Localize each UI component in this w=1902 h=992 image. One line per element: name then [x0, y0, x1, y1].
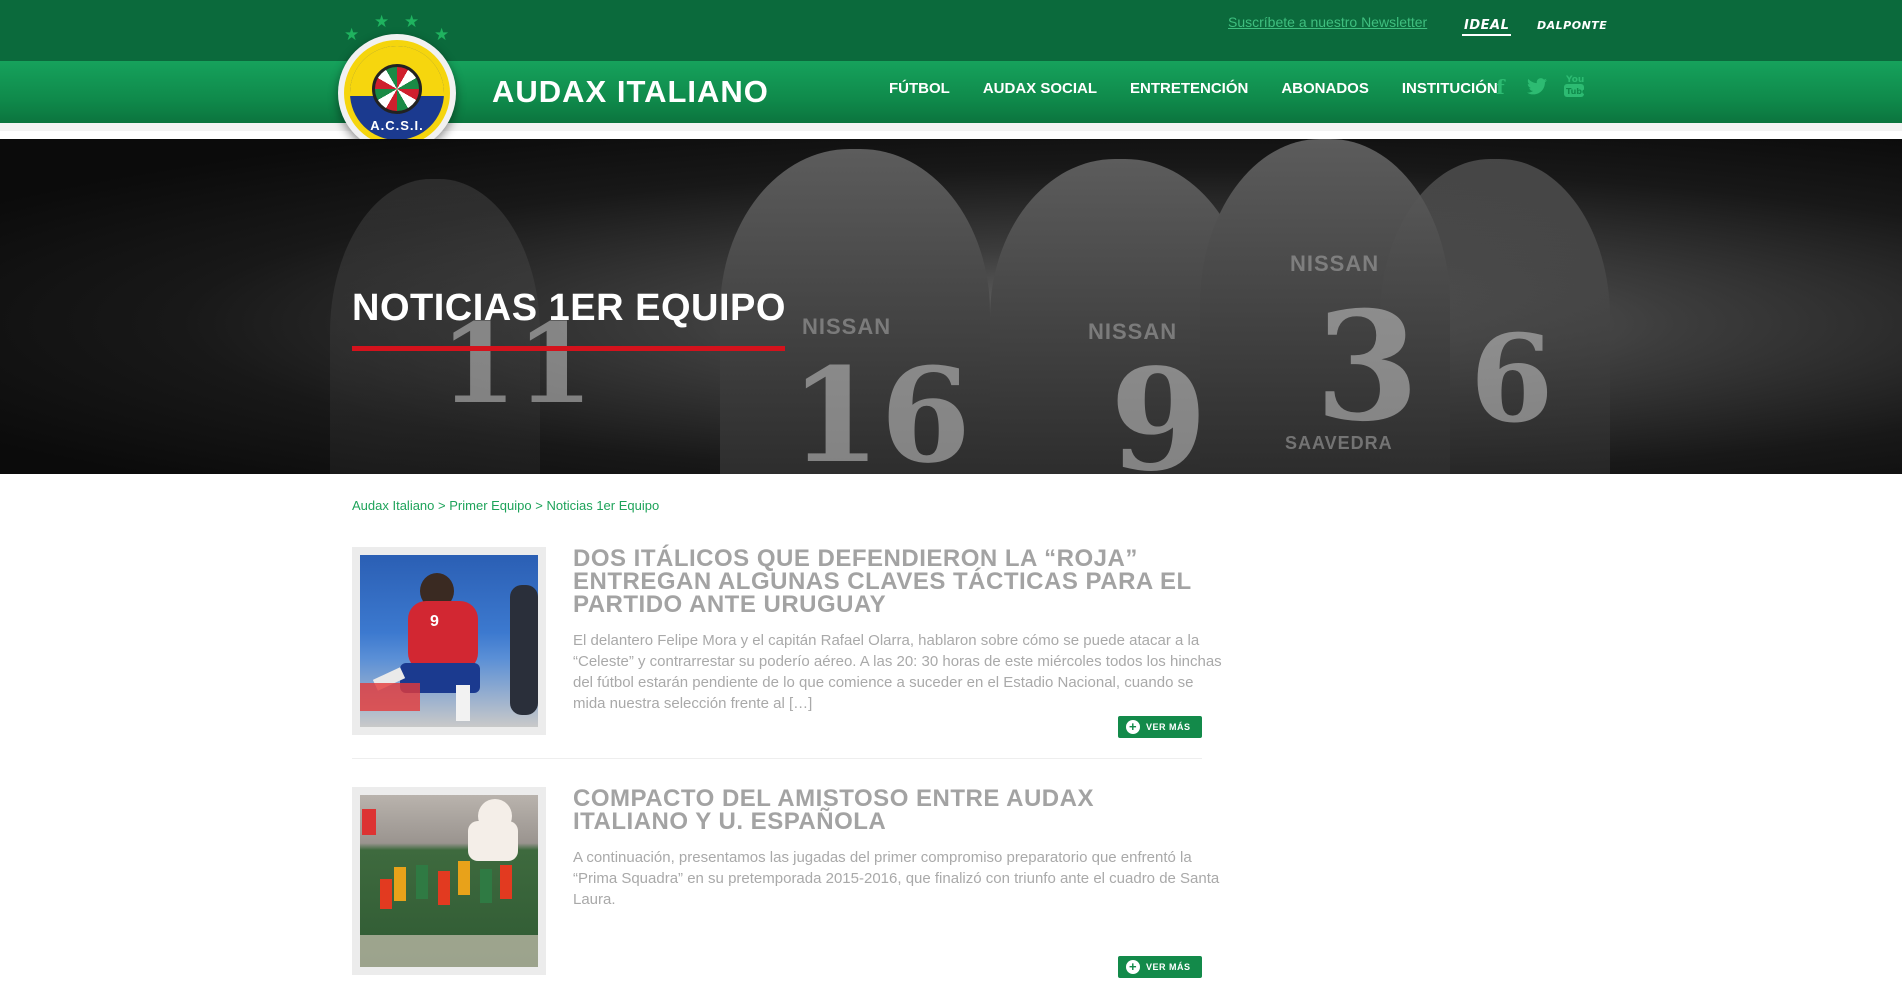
top-bar: Suscríbete a nuestro Newsletter IDEAL DA… — [0, 0, 1902, 61]
shirt-sponsor: NISSAN — [1290, 251, 1380, 276]
shirt-number: 16 — [790, 339, 971, 474]
wheel-emblem-icon — [372, 64, 422, 114]
page-title: NOTICIAS 1ER EQUIPO — [352, 287, 786, 329]
breadcrumb-item-current[interactable]: Noticias 1er Equipo — [546, 498, 659, 513]
plus-circle-icon: + — [1126, 960, 1140, 974]
nav-item-institucion[interactable]: INSTITUCIÓN — [1402, 80, 1498, 97]
nav-item-entretencion[interactable]: ENTRETENCIÓN — [1130, 80, 1248, 97]
facebook-icon[interactable]: f — [1496, 75, 1505, 99]
news-thumbnail[interactable] — [352, 787, 546, 975]
news-thumbnail[interactable]: 9 — [352, 547, 546, 735]
hero-banner: NISSAN NISSAN NISSAN 11 16 9 3 6 SAAVEDR… — [0, 139, 1902, 474]
shirt-name: SAAVEDRA — [1285, 433, 1393, 453]
club-crest[interactable]: ★ ★ ★ ★ A.C.S.I. — [330, 12, 458, 152]
news-item: 9 DOS ITÁLICOS QUE DEFENDIERON LA “ROJA”… — [352, 547, 1222, 747]
read-more-button[interactable]: + VER MÁS — [1118, 716, 1202, 738]
breadcrumb-item-primer-equipo[interactable]: Primer Equipo — [449, 498, 531, 513]
news-title[interactable]: COMPACTO DEL AMISTOSO ENTRE AUDAX ITALIA… — [573, 787, 1213, 834]
star-icon: ★ — [374, 12, 390, 31]
star-icon: ★ — [344, 25, 360, 44]
nav-item-audax-social[interactable]: AUDAX SOCIAL — [983, 80, 1097, 97]
shirt-number: 3 — [1315, 279, 1420, 455]
crest-badge: A.C.S.I. — [338, 34, 456, 152]
read-more-label: VER MÁS — [1146, 722, 1191, 732]
partner-logo-dalponte[interactable]: DALPONTE — [1537, 16, 1607, 36]
star-icon: ★ — [404, 12, 420, 31]
nav-item-futbol[interactable]: FÚTBOL — [889, 80, 950, 97]
read-more-button[interactable]: + VER MÁS — [1118, 956, 1202, 978]
svg-text:Tube: Tube — [1566, 87, 1584, 96]
svg-text:You: You — [1565, 75, 1584, 85]
shirt-number: 9 — [1110, 339, 1208, 474]
nav-item-abonados[interactable]: ABONADOS — [1281, 80, 1369, 97]
youtube-icon[interactable]: You Tube — [1564, 73, 1588, 104]
main-navbar: AUDAX ITALIANO FÚTBOL AUDAX SOCIAL ENTRE… — [0, 61, 1902, 131]
divider — [352, 758, 1202, 759]
news-item: COMPACTO DEL AMISTOSO ENTRE AUDAX ITALIA… — [352, 787, 1219, 987]
twitter-icon[interactable] — [1527, 78, 1547, 100]
breadcrumb-separator: > — [535, 498, 547, 513]
news-excerpt: A continuación, presentamos las jugadas … — [573, 849, 1220, 908]
crest-text: A.C.S.I. — [370, 118, 424, 133]
breadcrumb: Audax Italiano > Primer Equipo > Noticia… — [352, 498, 659, 513]
plus-circle-icon: + — [1126, 720, 1140, 734]
site-title[interactable]: AUDAX ITALIANO — [492, 74, 769, 110]
breadcrumb-item-home[interactable]: Audax Italiano — [352, 498, 434, 513]
read-more-label: VER MÁS — [1146, 962, 1191, 972]
news-excerpt: El delantero Felipe Mora y el capitán Ra… — [573, 632, 1222, 712]
news-title[interactable]: DOS ITÁLICOS QUE DEFENDIERON LA “ROJA” E… — [573, 547, 1213, 617]
newsletter-link[interactable]: Suscríbete a nuestro Newsletter — [1228, 14, 1427, 30]
star-icon: ★ — [434, 25, 450, 44]
shirt-number: 6 — [1470, 309, 1554, 450]
breadcrumb-separator: > — [438, 498, 450, 513]
partner-logo-ideal[interactable]: IDEAL — [1462, 16, 1512, 36]
main-nav: FÚTBOL AUDAX SOCIAL ENTRETENCIÓN ABONADO… — [889, 80, 1531, 97]
title-underline — [352, 346, 785, 351]
shirt-sponsor: NISSAN — [802, 314, 892, 339]
